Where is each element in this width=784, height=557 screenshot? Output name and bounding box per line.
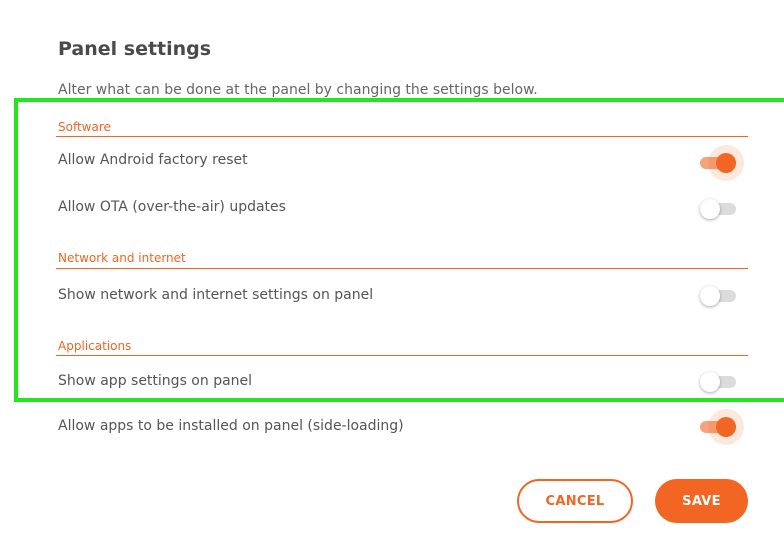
toggle-knob (716, 417, 736, 437)
highlight-box (14, 98, 784, 402)
toggle-knob (716, 153, 736, 173)
toggle-side-loading[interactable] (700, 417, 736, 437)
setting-label-network-settings: Show network and internet settings on pa… (58, 287, 374, 303)
setting-label-ota-updates: Allow OTA (over-the-air) updates (58, 199, 286, 215)
toggle-android-factory-reset[interactable] (700, 153, 736, 173)
page-title: Panel settings (58, 38, 212, 60)
section-divider-software (56, 136, 748, 137)
cancel-button[interactable]: CANCEL (517, 479, 633, 523)
section-title-network: Network and internet (58, 251, 186, 265)
toggle-app-settings[interactable] (700, 372, 736, 392)
page-subtitle: Alter what can be done at the panel by c… (58, 82, 538, 98)
section-divider-applications (56, 355, 748, 356)
setting-label-app-settings: Show app settings on panel (58, 373, 253, 389)
toggle-knob (700, 372, 720, 392)
toggle-knob (700, 286, 720, 306)
section-title-applications: Applications (58, 339, 132, 353)
setting-label-android-factory-reset: Allow Android factory reset (58, 152, 248, 168)
toggle-ota-updates[interactable] (700, 199, 736, 219)
section-title-software: Software (58, 120, 111, 134)
save-button[interactable]: SAVE (655, 479, 748, 523)
toggle-network-settings[interactable] (700, 286, 736, 306)
section-divider-network (56, 268, 748, 269)
toggle-knob (700, 199, 720, 219)
setting-label-side-loading: Allow apps to be installed on panel (sid… (58, 418, 404, 434)
